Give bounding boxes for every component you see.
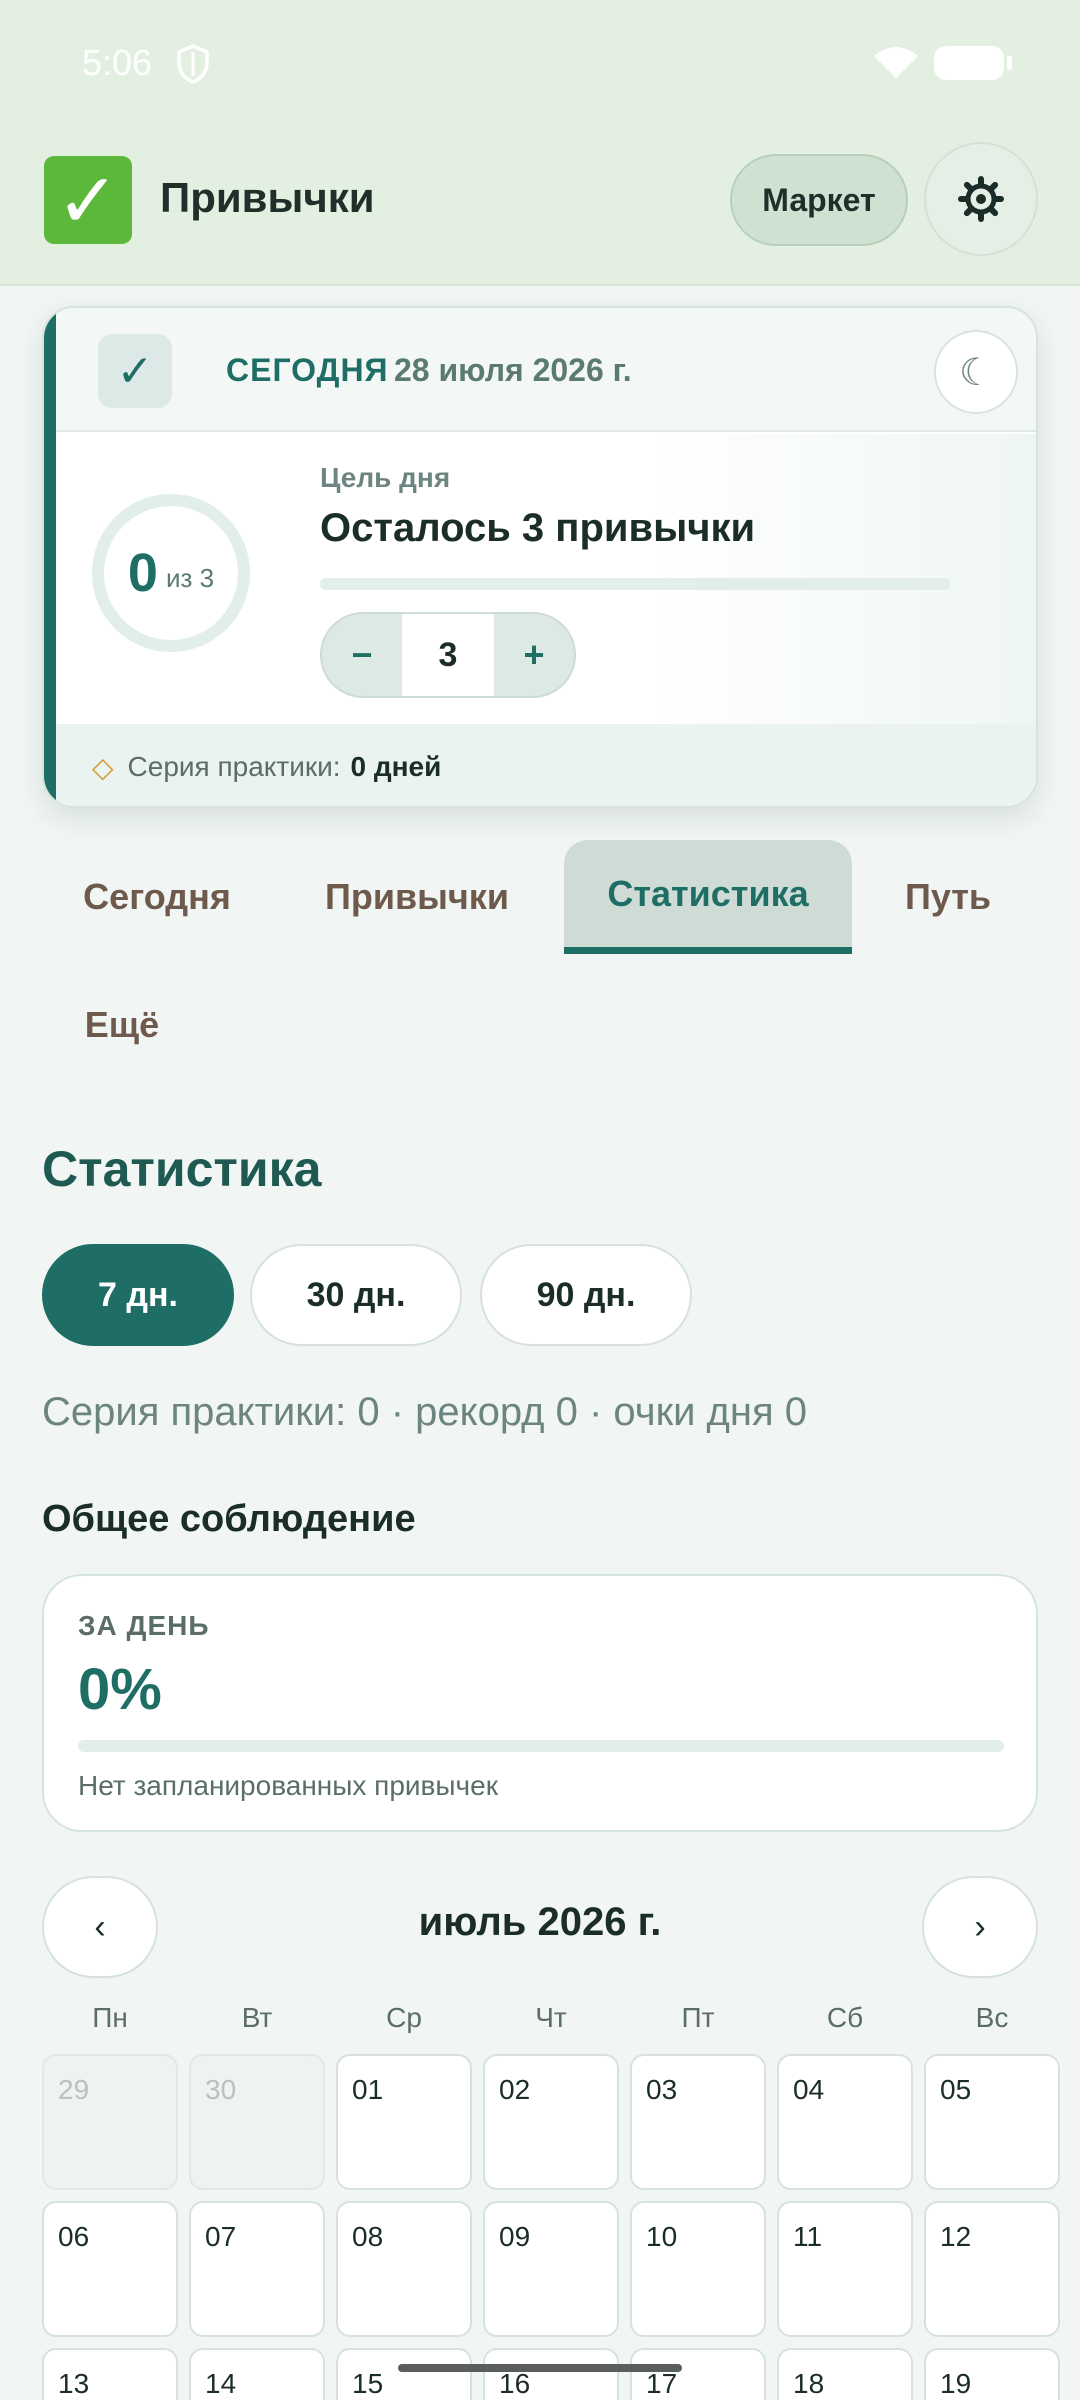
tab-today[interactable]: Сегодня <box>52 840 262 954</box>
calendar-day-cell: 29 <box>42 2054 178 2190</box>
next-month-button[interactable]: › <box>922 1876 1038 1978</box>
progress-done: 0 <box>127 543 158 603</box>
calendar-day-cell[interactable]: 04 <box>777 2054 913 2190</box>
calendar-day-cell[interactable]: 08 <box>336 2201 472 2337</box>
streak-value: 0 дней <box>350 751 442 782</box>
calendar-day-cell[interactable]: 11 <box>777 2201 913 2337</box>
weekday-header: Пн Вт Ср Чт Пт Сб Вс <box>42 2002 1062 2042</box>
month-title: июль 2026 г. <box>418 1900 662 1944</box>
theme-toggle-button[interactable]: ☾ <box>934 330 1018 414</box>
tab-habits[interactable]: Привычки <box>296 840 538 954</box>
weekday-label: Вс <box>975 2002 1009 2033</box>
adherence-note: Нет запланированных привычек <box>78 1770 498 1801</box>
goal-label: Цель дня <box>320 462 451 493</box>
calendar-day-cell[interactable]: 14 <box>189 2348 325 2400</box>
calendar-day-cell[interactable]: 13 <box>42 2348 178 2400</box>
adherence-title: Общее соблюдение <box>42 1498 416 1540</box>
increment-button[interactable]: + <box>494 614 574 696</box>
statistics-title: Статистика <box>42 1141 322 1197</box>
calendar-day-cell: 30 <box>189 2054 325 2190</box>
app-title: Привычки <box>160 174 375 221</box>
calendar-day-cell[interactable]: 16 <box>483 2348 619 2400</box>
weekday-label: Ср <box>386 2002 422 2033</box>
progress-ring: 0 из 3 <box>92 494 250 652</box>
wifi-icon <box>874 47 918 78</box>
weekday-label: Пт <box>681 2002 715 2033</box>
calendar-day-cell[interactable]: 12 <box>924 2201 1060 2337</box>
adherence-label: ЗА ДЕНЬ <box>78 1610 210 1641</box>
settings-button[interactable] <box>924 142 1038 256</box>
calendar-day-cell[interactable]: 10 <box>630 2201 766 2337</box>
progress-total: из 3 <box>165 562 215 593</box>
gear-icon <box>958 176 1004 222</box>
today-card: ✓ СЕГОДНЯ 28 июля 2026 г. ☾ 0 из 3 Цель … <box>42 306 1038 808</box>
home-indicator[interactable] <box>398 2364 682 2372</box>
prev-month-button[interactable]: ‹ <box>42 1876 158 1978</box>
status-bar: 5:06 <box>0 0 1080 130</box>
period-90-days-button[interactable]: 90 дн. <box>480 1244 692 1346</box>
adherence-percent: 0% <box>78 1657 162 1722</box>
calendar-day-cell[interactable]: 19 <box>924 2348 1060 2400</box>
calendar-day-cell[interactable]: 02 <box>483 2054 619 2190</box>
diamond-icon: ◇ <box>92 751 114 783</box>
period-7-days-button[interactable]: 7 дн. <box>42 1244 234 1346</box>
weekday-label: Сб <box>826 2002 864 2033</box>
streak-row: ◇ Серия практики: 0 дней <box>56 724 1036 806</box>
calendar-day-cell[interactable]: 07 <box>189 2201 325 2337</box>
shield-icon <box>177 44 209 84</box>
tab-more[interactable]: Ещё <box>52 968 192 1082</box>
weekday-label: Вт <box>241 2002 273 2033</box>
tab-path[interactable]: Путь <box>880 840 1016 954</box>
streak-label: Серия практики: <box>127 751 341 782</box>
moon-icon: ☾ <box>958 351 994 394</box>
stats-summary: Серия практики: 0 · рекорд 0 · очки дня … <box>42 1390 807 1434</box>
check-icon: ✓ <box>98 334 172 408</box>
tab-statistics[interactable]: Статистика <box>564 840 852 954</box>
calendar-day-cell[interactable]: 01 <box>336 2054 472 2190</box>
today-date: 28 июля 2026 г. <box>394 352 632 388</box>
calendar-day-cell[interactable]: 05 <box>924 2054 1060 2190</box>
goal-progress-bar <box>320 578 950 590</box>
calendar-day-cell[interactable]: 06 <box>42 2201 178 2337</box>
calendar-day-cell[interactable]: 09 <box>483 2201 619 2337</box>
today-card-header: ✓ СЕГОДНЯ 28 июля 2026 г. ☾ <box>56 308 1036 432</box>
weekday-label: Чт <box>535 2002 567 2033</box>
today-card-body: 0 из 3 Цель дня Осталось 3 привычки − 3 … <box>56 434 1036 724</box>
market-button[interactable]: Маркет <box>730 154 908 246</box>
goal-stepper: − 3 + <box>320 612 576 698</box>
today-label: СЕГОДНЯ <box>226 352 389 388</box>
adherence-progress-bar <box>78 1740 1004 1752</box>
calendar-day-cell[interactable]: 15 <box>336 2348 472 2400</box>
calendar-day-cell[interactable]: 03 <box>630 2054 766 2190</box>
period-30-days-button[interactable]: 30 дн. <box>250 1244 462 1346</box>
check-mark-button-icon: ✓ <box>44 156 132 244</box>
calendar-day-cell[interactable]: 18 <box>777 2348 913 2400</box>
decrement-button[interactable]: − <box>322 614 402 696</box>
card-accent <box>44 308 56 806</box>
calendar-day-cell[interactable]: 17 <box>630 2348 766 2400</box>
weekday-label: Пн <box>92 2002 128 2033</box>
app-header: ✓ Привычки Маркет <box>0 130 1080 286</box>
status-time: 5:06 <box>82 42 153 83</box>
goal-stepper-value: 3 <box>402 614 494 696</box>
adherence-card: ЗА ДЕНЬ 0% Нет запланированных привычек <box>42 1574 1038 1832</box>
battery-icon <box>934 46 1012 80</box>
goal-title: Осталось 3 привычки <box>320 506 756 550</box>
